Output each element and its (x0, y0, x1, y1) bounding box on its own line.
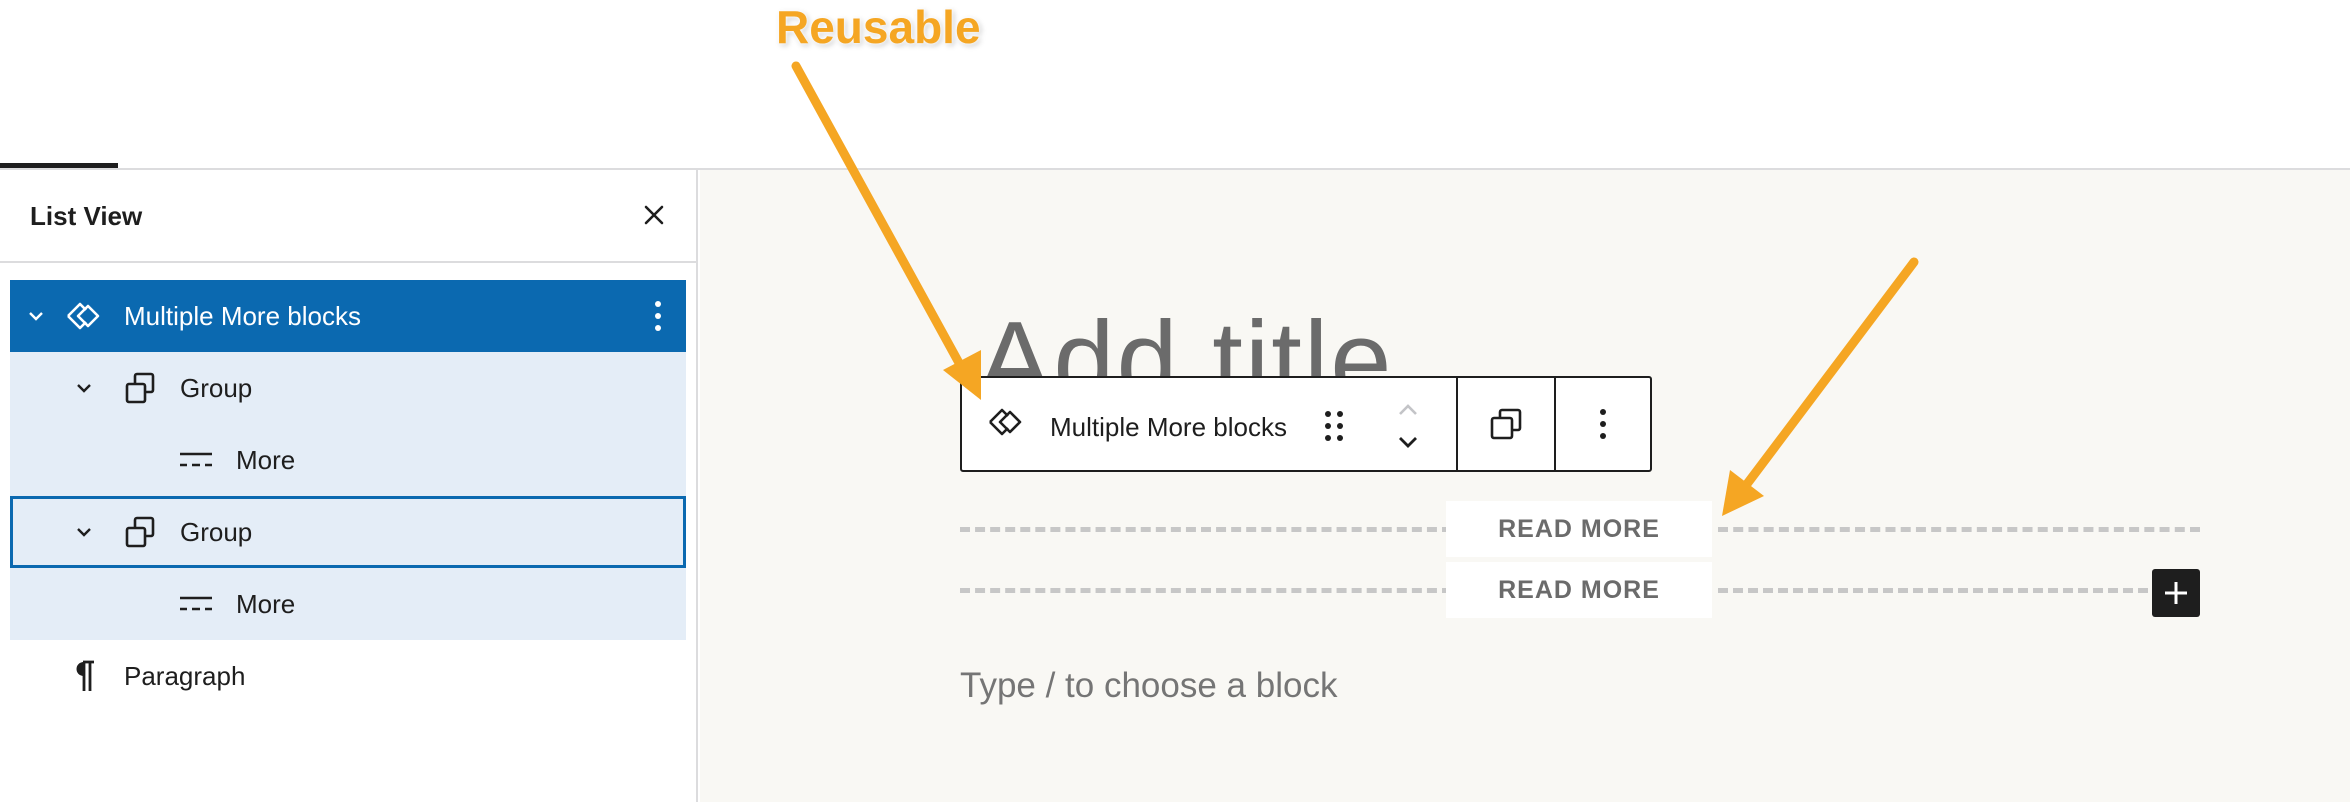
plus-icon (2165, 582, 2187, 604)
block-options-button[interactable] (1556, 378, 1650, 470)
more-vertical-icon[interactable] (640, 298, 676, 334)
list-item-paragraph[interactable]: Paragraph (10, 640, 686, 712)
list-item-label: Paragraph (124, 660, 246, 691)
list-view-panel: List View Multiple More blocks Group Mor… (0, 170, 698, 802)
block-toolbar-main-group: Multiple More blocks (962, 378, 1458, 470)
block-toolbar-label: Multiple More blocks (1050, 412, 1287, 442)
list-item-label: More (236, 588, 296, 619)
drag-handle-icon[interactable] (1320, 408, 1348, 444)
more-vertical-icon (1600, 409, 1606, 439)
duplicate-button[interactable] (1458, 378, 1556, 470)
read-more-label[interactable]: READ MORE (1446, 501, 1712, 557)
list-item-label: Group (180, 372, 253, 403)
more-divider-line (1718, 588, 2148, 593)
read-more-label[interactable]: READ MORE (1446, 562, 1712, 618)
post-title-placeholder[interactable]: Add title (978, 296, 1393, 388)
close-icon (644, 205, 664, 225)
more-divider-line (960, 588, 1452, 593)
more-divider-line (1718, 527, 2200, 532)
close-button[interactable] (636, 197, 672, 233)
group-icon (120, 512, 160, 552)
chevron-down-icon[interactable] (24, 304, 48, 328)
list-item-group[interactable]: Group (10, 352, 686, 424)
duplicate-icon (1490, 408, 1522, 440)
list-item-label: Multiple More blocks (124, 300, 361, 331)
list-view-header: List View (0, 170, 696, 263)
chevron-down-icon[interactable] (72, 376, 96, 400)
chevron-down-icon[interactable] (72, 520, 96, 544)
group-icon (120, 368, 160, 408)
more-icon (176, 584, 216, 624)
paragraph-placeholder[interactable]: Type / to choose a block (960, 666, 1337, 706)
list-item-multiple-more-blocks[interactable]: Multiple More blocks (10, 280, 686, 352)
paragraph-icon (64, 656, 104, 696)
list-item-group-focused[interactable]: Group (10, 496, 686, 568)
chevron-down-icon[interactable] (1392, 430, 1424, 454)
annotation-label-reusable: Reusable (776, 1, 981, 53)
list-view-title: List View (30, 201, 143, 231)
reusable-block-icon (64, 296, 104, 336)
list-item-more[interactable]: More (10, 424, 686, 496)
editor-top-bar (0, 0, 2350, 169)
more-divider-line (960, 527, 1452, 532)
more-icon (176, 440, 216, 480)
chevron-up-icon[interactable] (1392, 398, 1424, 422)
list-item-label: More (236, 444, 296, 475)
list-item-label: Group (180, 516, 253, 547)
block-toolbar: Multiple More blocks (960, 376, 1652, 472)
reusable-block-icon[interactable] (986, 406, 1026, 446)
editor-canvas[interactable] (700, 170, 2350, 802)
block-inserter-button[interactable] (2152, 569, 2200, 617)
list-item-more[interactable]: More (10, 568, 686, 640)
